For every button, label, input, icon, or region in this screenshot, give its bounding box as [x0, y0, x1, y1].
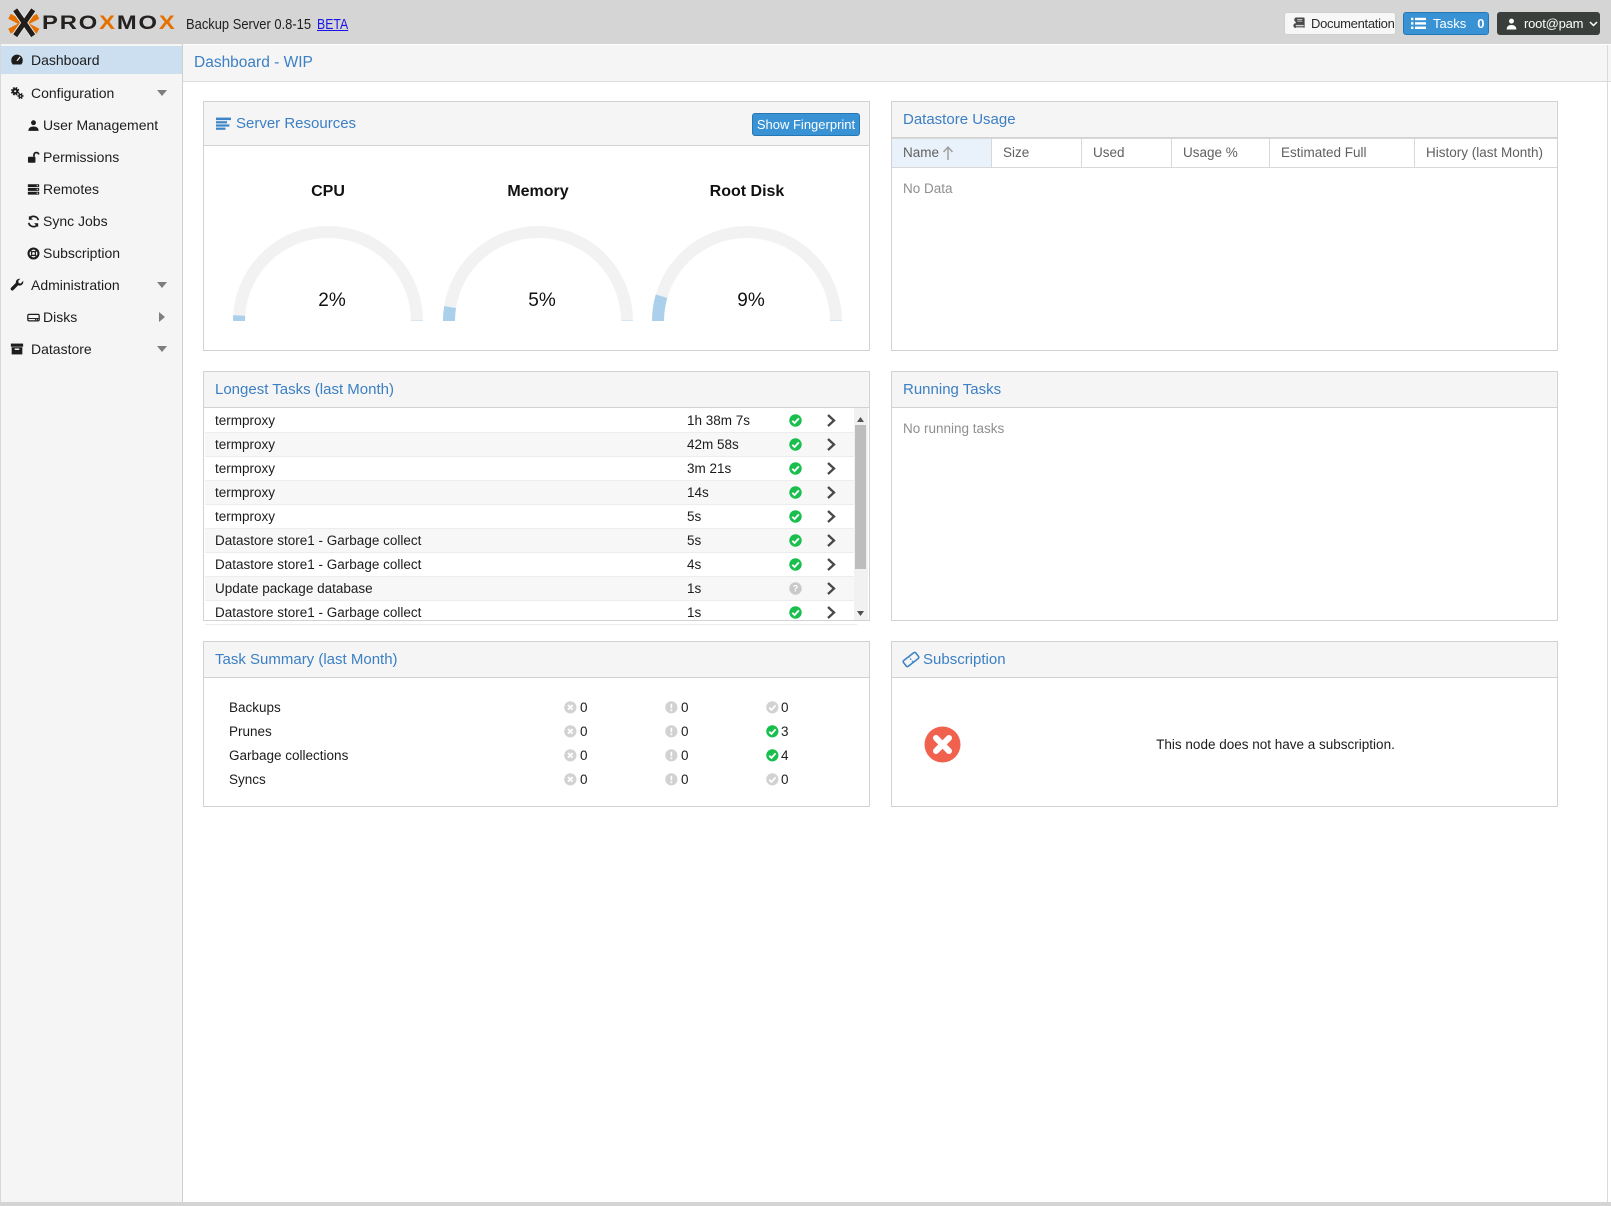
- svg-text:?: ?: [793, 584, 799, 594]
